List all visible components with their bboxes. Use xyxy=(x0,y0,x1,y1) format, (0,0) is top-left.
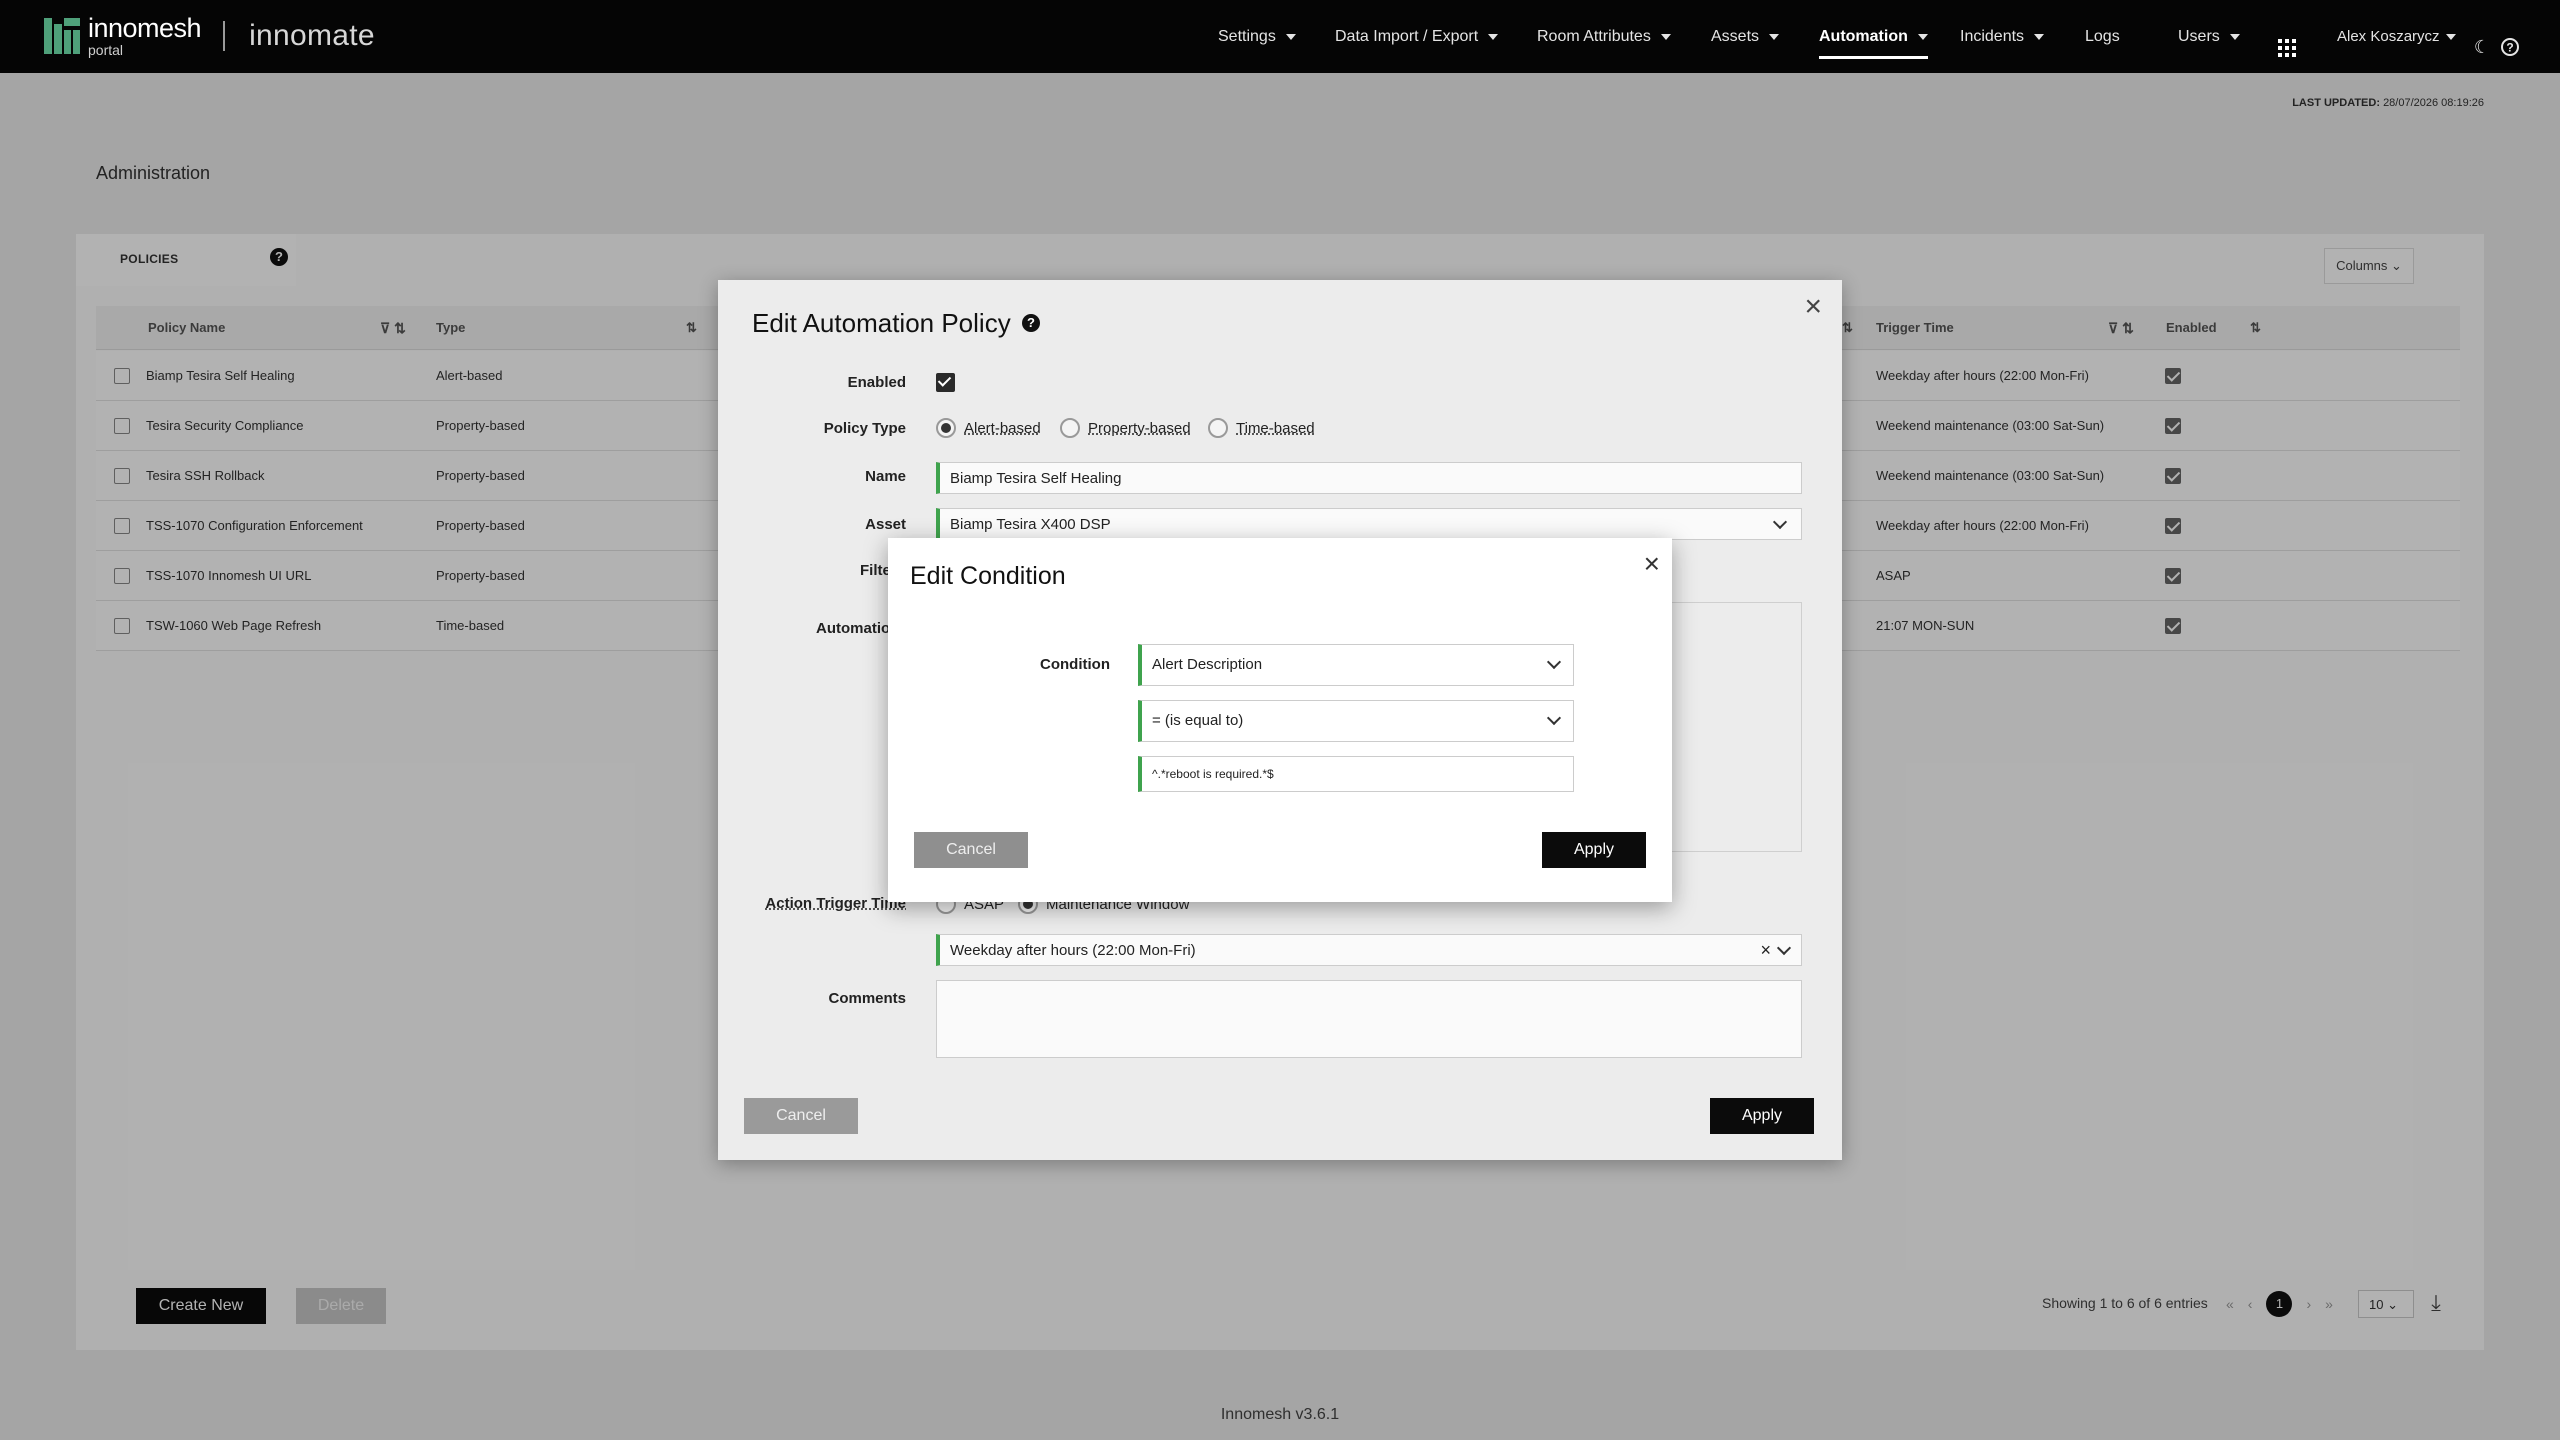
caret-down-icon xyxy=(1769,33,1780,40)
caret-down-icon xyxy=(1660,33,1671,40)
nav-automation[interactable]: Automation xyxy=(1819,0,1928,73)
nav-settings[interactable]: Settings xyxy=(1218,0,1296,73)
chevron-down-icon xyxy=(1772,514,1788,530)
help-circle-icon[interactable]: ? xyxy=(2500,37,2520,57)
top-navigation-bar: innomesh portal innomate Settings Data I… xyxy=(0,0,2560,73)
user-menu[interactable]: Alex Koszarycz xyxy=(2337,0,2456,73)
condition-field-select[interactable]: Alert Description xyxy=(1138,644,1574,686)
dark-mode-moon-icon[interactable]: ☾ xyxy=(2472,37,2492,57)
caret-down-icon xyxy=(2034,33,2045,40)
product-name: innomate xyxy=(249,19,375,52)
apps-grid-icon[interactable] xyxy=(2278,39,2296,57)
name-label: Name xyxy=(865,468,906,485)
chevron-down-icon xyxy=(1546,710,1562,726)
nav-assets[interactable]: Assets xyxy=(1711,0,1780,73)
radio-property-based[interactable] xyxy=(1060,418,1080,438)
modal-title: Edit Condition xyxy=(910,562,1066,590)
edit-condition-modal: Edit Condition × Condition Alert Descrip… xyxy=(888,538,1672,902)
caret-down-icon xyxy=(1285,33,1296,40)
close-icon[interactable]: × xyxy=(1804,290,1822,324)
nav-users[interactable]: Users xyxy=(2178,0,2240,73)
comments-label: Comments xyxy=(828,990,906,1007)
action-trigger-label: Action Trigger Time xyxy=(765,895,906,912)
caret-down-icon xyxy=(1917,33,1928,40)
enabled-label: Enabled xyxy=(847,374,906,391)
innomesh-logo-icon xyxy=(44,18,80,54)
help-icon[interactable]: ? xyxy=(1022,314,1040,332)
cancel-button[interactable]: Cancel xyxy=(914,832,1028,868)
chevron-down-icon xyxy=(1776,940,1792,956)
nav-data-import-export[interactable]: Data Import / Export xyxy=(1335,0,1499,73)
caret-down-icon xyxy=(1488,33,1499,40)
brand-name: innomesh xyxy=(88,13,202,43)
nav-incidents[interactable]: Incidents xyxy=(1960,0,2045,73)
svg-text:?: ? xyxy=(2506,41,2513,55)
chevron-down-icon xyxy=(1546,654,1562,670)
condition-operator-select[interactable]: = (is equal to) xyxy=(1138,700,1574,742)
caret-down-icon xyxy=(2229,33,2240,40)
maintenance-window-select[interactable]: Weekday after hours (22:00 Mon-Fri) × xyxy=(936,934,1802,966)
enabled-checkbox[interactable] xyxy=(936,373,955,392)
apply-button[interactable]: Apply xyxy=(1710,1098,1814,1134)
radio-time-based[interactable] xyxy=(1208,418,1228,438)
modal-title: Edit Automation Policy xyxy=(752,308,1011,338)
clear-icon[interactable]: × xyxy=(1760,940,1771,961)
close-icon[interactable]: × xyxy=(1644,548,1660,580)
nav-room-attributes[interactable]: Room Attributes xyxy=(1537,0,1671,73)
condition-value-input[interactable]: ^.*reboot is required.*$ xyxy=(1138,756,1574,792)
nav-logs[interactable]: Logs xyxy=(2085,0,2120,73)
asset-label: Asset xyxy=(865,516,906,533)
policy-type-label: Policy Type xyxy=(823,420,906,437)
radio-alert-based[interactable] xyxy=(936,418,956,438)
brand-divider xyxy=(223,21,226,51)
condition-label: Condition xyxy=(1040,656,1110,673)
cancel-button[interactable]: Cancel xyxy=(744,1098,858,1134)
comments-textarea[interactable] xyxy=(936,980,1802,1058)
caret-down-icon xyxy=(2445,33,2456,40)
asset-select[interactable]: Biamp Tesira X400 DSP xyxy=(936,508,1802,540)
brand-logo[interactable]: innomesh portal innomate xyxy=(44,13,375,58)
brand-sub: portal xyxy=(88,42,124,58)
apply-button[interactable]: Apply xyxy=(1542,832,1646,868)
name-input[interactable]: Biamp Tesira Self Healing xyxy=(936,462,1802,494)
